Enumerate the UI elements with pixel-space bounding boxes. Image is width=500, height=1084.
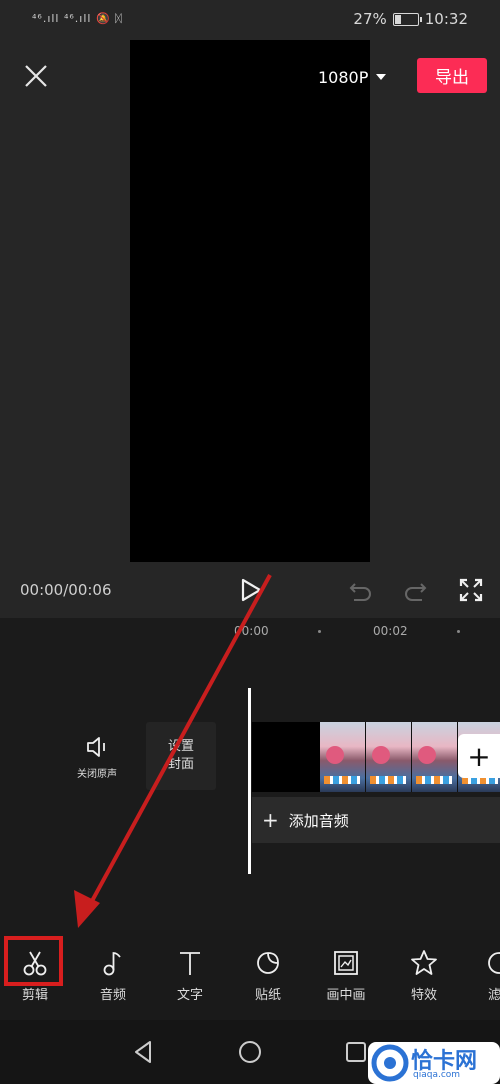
- mute-original-sound-button[interactable]: 关闭原声: [68, 735, 126, 791]
- plus-icon: +: [262, 808, 279, 832]
- status-right: 27% 10:32: [353, 10, 468, 28]
- speaker-icon: [87, 737, 105, 757]
- recents-button[interactable]: [342, 1038, 370, 1066]
- filter-icon: [488, 952, 500, 974]
- tool-filter[interactable]: 滤: [472, 948, 500, 1008]
- clip-thumbnail: [412, 722, 458, 792]
- undo-icon: [349, 583, 371, 601]
- signal-text: ⁴⁶.ıll ⁴⁶.ıll: [32, 12, 92, 25]
- play-icon: [241, 578, 262, 602]
- cover-label-line2: 封面: [167, 757, 194, 772]
- add-clip-button[interactable]: +: [458, 734, 500, 778]
- watermark-url: qiaqa.com: [413, 1070, 461, 1080]
- redo-icon: [405, 583, 427, 601]
- tool-effects-label: 特效: [410, 988, 437, 1003]
- timeline-dot: [457, 630, 460, 633]
- add-audio-track[interactable]: + 添加音频: [252, 797, 500, 843]
- timeline-dot: [318, 630, 321, 633]
- cover-label-line1: 设置: [167, 739, 194, 754]
- tool-sticker-label: 贴纸: [254, 988, 281, 1003]
- timecode: 00:00/00:06: [20, 581, 112, 599]
- tool-audio-label: 音频: [99, 988, 126, 1003]
- resolution-value: 1080P: [318, 67, 369, 87]
- tool-filter-label: 滤: [488, 988, 500, 1003]
- sticker-icon: [257, 952, 279, 974]
- timeline-tick-1: 00:02: [373, 624, 408, 638]
- back-button[interactable]: [130, 1038, 158, 1066]
- signal-indicators: ⁴⁶.ıll ⁴⁶.ıll 🔕 ᛞ: [32, 12, 123, 25]
- text-icon: [180, 952, 200, 975]
- nfc-icon: ᛞ: [115, 12, 123, 25]
- home-button[interactable]: [236, 1038, 264, 1066]
- clip-thumbnail: [366, 722, 412, 792]
- undo-button[interactable]: [346, 575, 376, 605]
- back-triangle-icon: [135, 1041, 151, 1063]
- play-button[interactable]: [236, 575, 266, 605]
- fullscreen-button[interactable]: [456, 575, 486, 605]
- clip-thumbnail: [320, 722, 366, 792]
- tool-text[interactable]: 文字: [160, 948, 220, 1008]
- export-button[interactable]: 导出: [417, 58, 487, 93]
- star-icon: [411, 950, 437, 975]
- tool-pip[interactable]: 画中画: [316, 948, 376, 1008]
- playhead[interactable]: [248, 688, 251, 874]
- recents-square-icon: [346, 1042, 366, 1062]
- plus-icon: +: [467, 739, 491, 773]
- close-button[interactable]: [20, 60, 52, 92]
- annotation-highlight-box: [4, 936, 63, 986]
- redo-button[interactable]: [400, 575, 430, 605]
- dropdown-triangle-icon: [376, 74, 387, 80]
- resolution-select[interactable]: 1080P: [318, 64, 387, 90]
- video-preview[interactable]: [130, 40, 370, 562]
- close-icon: [25, 65, 47, 87]
- fullscreen-icon: [459, 578, 483, 602]
- tool-sticker[interactable]: 贴纸: [238, 948, 298, 1008]
- add-audio-label: 添加音频: [288, 811, 349, 830]
- tool-edit-label: 剪辑: [21, 988, 48, 1003]
- tool-text-label: 文字: [176, 988, 203, 1003]
- tool-effects[interactable]: 特效: [394, 948, 454, 1008]
- music-note-icon: [103, 952, 121, 976]
- tool-pip-label: 画中画: [326, 988, 366, 1003]
- battery-icon: [392, 12, 422, 26]
- home-circle-icon: [239, 1041, 261, 1063]
- mute-label: 关闭原声: [77, 769, 117, 780]
- tool-audio[interactable]: 音频: [83, 948, 143, 1008]
- timeline-tick-0: 00:00: [234, 624, 269, 638]
- picture-in-picture-icon: [334, 951, 358, 975]
- mute-bell-icon: 🔕: [95, 12, 111, 25]
- set-cover-button[interactable]: 设置 封面: [146, 722, 216, 790]
- clock: 10:32: [424, 10, 468, 28]
- battery-percent: 27%: [353, 10, 387, 28]
